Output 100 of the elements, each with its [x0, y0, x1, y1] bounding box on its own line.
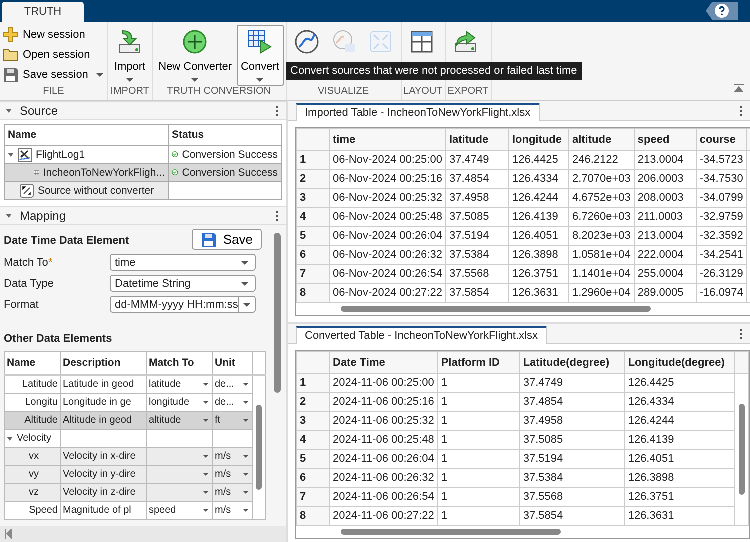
table-cell: 37.4958: [446, 188, 509, 208]
tree-item[interactable]: Source without converter: [4, 182, 168, 200]
column-header: Date Time: [330, 352, 438, 374]
table-cell: 2024-11-06 00:26:32: [330, 468, 438, 488]
folder-icon: [3, 46, 19, 62]
table-cell: 06-Nov-2024 00:25:00: [330, 150, 446, 170]
table-cell: 06-Nov-2024 00:26:32: [330, 246, 446, 264]
group-label: TRUTH CONVERSION: [166, 86, 272, 99]
table-cell: 2024-11-06 00:25:16: [330, 392, 438, 412]
toolbar-button[interactable]: Open session: [2, 45, 106, 64]
table-cell: 8.2023e+03: [568, 226, 634, 246]
table-cell: 126.4051: [508, 226, 569, 246]
caret-icon: [96, 72, 104, 76]
save-button[interactable]: Save: [192, 229, 262, 250]
scrollbar[interactable]: [734, 374, 749, 526]
status-cell: Conversion Success: [168, 164, 282, 182]
row-number: 5: [296, 226, 330, 246]
panel-title: Source: [20, 104, 58, 118]
collapse-triangle-icon[interactable]: [6, 108, 12, 112]
table-cell: 37.5085: [446, 208, 509, 226]
toolbar-button[interactable]: Import: [110, 25, 150, 86]
match-dropdown[interactable]: speed: [146, 502, 212, 520]
table-cell: 1: [438, 450, 520, 468]
table-cell: Speed: [4, 502, 60, 520]
unit-dropdown[interactable]: m/s: [212, 466, 252, 484]
layout-icon: [408, 29, 435, 55]
panel-title: Mapping: [20, 208, 66, 222]
row-number: 1: [296, 374, 330, 392]
expand-triangle-icon[interactable]: [7, 436, 13, 440]
more-options-icon[interactable]: [274, 210, 280, 220]
table-cell: 6.7260e+03: [568, 208, 634, 226]
app-tab[interactable]: TRUTH: [2, 2, 84, 22]
column-header: course: [696, 128, 747, 150]
collapse-left-icon[interactable]: [5, 529, 13, 539]
plus-icon: [3, 26, 19, 42]
unit-dropdown[interactable]: m/s: [212, 448, 252, 466]
row-number: 3: [296, 188, 330, 208]
more-options-icon[interactable]: [738, 328, 744, 338]
scrollbar[interactable]: [252, 375, 266, 520]
table-cell: 126.4334: [508, 170, 569, 188]
table-cell: Latitude: [4, 375, 60, 394]
required-mark: *: [48, 256, 53, 268]
table-cell: 2024-11-06 00:26:54: [330, 488, 438, 506]
collapse-triangle-icon[interactable]: [6, 214, 12, 218]
section-title: Other Data Elements: [4, 333, 114, 345]
table-cell: 2024-11-06 00:25:00: [330, 374, 438, 392]
table-cell: 06-Nov-2024 00:25:16: [330, 170, 446, 188]
document-tab[interactable]: Imported Table - IncheonToNewYorkFlight.xlsx: [296, 103, 540, 121]
unit-dropdown[interactable]: ft: [212, 412, 252, 430]
save-icon: [201, 232, 218, 248]
row-number: 8: [296, 284, 330, 302]
table-cell: 06-Nov-2024 00:25:32: [330, 188, 446, 208]
match-dropdown[interactable]: latitude: [146, 375, 212, 394]
table-cell: vy: [4, 466, 60, 484]
table-cell: Velocity in z-dire: [60, 484, 146, 502]
table-cell: vx: [4, 448, 60, 466]
toolbar-button[interactable]: Convert: [236, 25, 284, 86]
toolbar-button[interactable]: New Converter: [154, 25, 236, 86]
group-label: FILE: [42, 86, 66, 99]
row-number: 1: [296, 150, 330, 170]
more-options-icon[interactable]: [738, 106, 744, 116]
row-number: 6: [296, 468, 330, 488]
table-cell: 206.0003: [634, 170, 696, 188]
table-cell: 2024-11-06 00:26:04: [330, 450, 438, 468]
tooltip: Convert sources that were not processed or failed last time: [286, 62, 582, 80]
match-dropdown[interactable]: altitude: [146, 412, 212, 430]
column-header: Description: [60, 352, 146, 375]
add-icon: [182, 29, 208, 55]
table-cell: 37.5194: [520, 450, 625, 468]
toolbar-button[interactable]: New session: [2, 25, 106, 44]
column-header: time: [330, 128, 446, 150]
table-cell: 1: [438, 430, 520, 450]
table-cell: 2024-11-06 00:25:32: [330, 412, 438, 430]
row-number: 8: [296, 506, 330, 526]
document-tab[interactable]: Converted Table - IncheonToNewYorkFlight.xlsx: [296, 326, 547, 344]
table-cell: 208.0003: [634, 188, 696, 208]
table-cell: 37.4958: [520, 412, 625, 430]
table-cell: 37.5384: [520, 468, 625, 488]
group-label: VISUALIZE: [316, 86, 370, 99]
more-options-icon[interactable]: [274, 106, 280, 116]
table-cell: 1: [438, 468, 520, 488]
toolbar-button[interactable]: Save session: [2, 65, 106, 84]
table-cell: 37.4854: [520, 392, 625, 412]
tree-item[interactable]: IncheonToNewYorkFligh...: [4, 164, 168, 182]
unit-dropdown[interactable]: m/s: [212, 484, 252, 502]
table-cell: Altitude in geod: [60, 412, 146, 430]
combo-box[interactable]: dd-MMM-yyyy HH:mm:ss: [110, 296, 256, 313]
table-cell: 06-Nov-2024 00:25:48: [330, 208, 446, 226]
expand-triangle-icon[interactable]: [8, 152, 14, 156]
table-cell: 126.4244: [508, 188, 569, 208]
dropdown[interactable]: time: [110, 254, 256, 271]
group-label: EXPORT: [448, 86, 489, 99]
table-cell: 213.0004: [634, 226, 696, 246]
collapse-icon[interactable]: [734, 84, 744, 94]
expand-icon: [368, 29, 394, 55]
help-icon[interactable]: [706, 2, 738, 20]
row-number: 3: [296, 412, 330, 430]
table-cell: vz: [4, 484, 60, 502]
table-cell: 213.0004: [634, 150, 696, 170]
dropdown[interactable]: Datetime String: [110, 275, 256, 292]
